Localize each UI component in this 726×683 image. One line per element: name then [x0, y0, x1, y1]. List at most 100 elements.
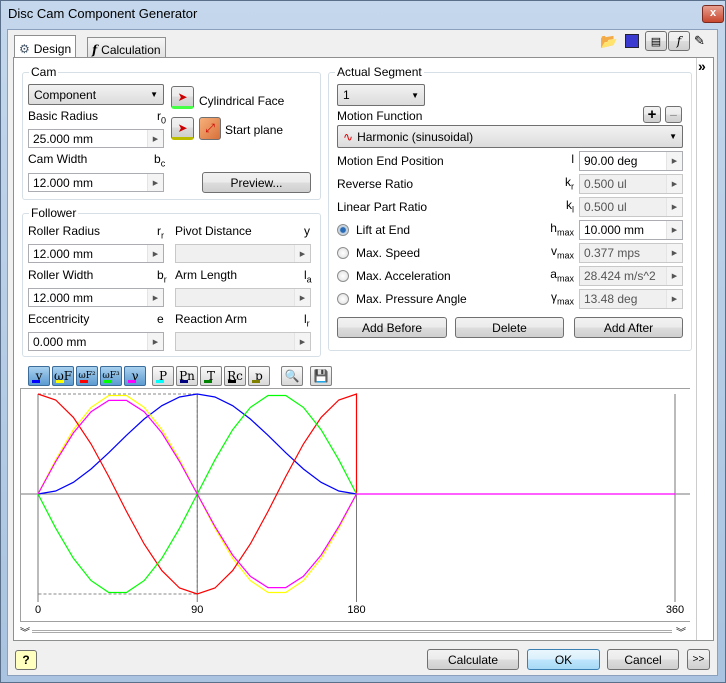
roller-width-input[interactable]: 12.000 mm ▶: [28, 288, 164, 307]
eccentricity-symbol: e: [157, 312, 164, 326]
calculate-button[interactable]: Calculate: [427, 649, 519, 670]
motion-end-position-symbol: l: [571, 152, 574, 166]
reaction-arm-input[interactable]: ▶: [175, 332, 311, 351]
expand-arrow-icon[interactable]: ▶: [147, 174, 163, 191]
ok-button[interactable]: OK: [527, 649, 600, 670]
motion-end-position-input[interactable]: 90.00 deg ▶: [579, 151, 683, 171]
select-cylindrical-face-button[interactable]: ➤: [171, 86, 194, 109]
tab-design[interactable]: ⚙ Design: [14, 35, 77, 58]
chart-splitter[interactable]: [32, 630, 672, 633]
select-start-plane-button[interactable]: ➤: [171, 117, 194, 140]
cam-type-dropdown[interactable]: Component ▼: [28, 84, 164, 105]
expand-arrow-icon[interactable]: ▶: [147, 289, 163, 306]
series-color-swatch: [180, 380, 188, 383]
notes-icon[interactable]: ✎: [694, 33, 705, 49]
remove-segment-button[interactable]: −: [665, 106, 682, 123]
chart-toggle-0[interactable]: y: [28, 366, 50, 386]
flip-plane-button[interactable]: ⤢: [199, 117, 221, 140]
function-icon: f: [92, 42, 98, 57]
chevron-down-icon: ▼: [411, 90, 419, 100]
max-acceleration-symbol: amax: [550, 267, 574, 284]
calc-function-icon[interactable]: f: [668, 31, 690, 51]
expand-arrow-icon[interactable]: ▶: [294, 289, 310, 306]
max-pressure-angle-label: Max. Pressure Angle: [356, 292, 467, 306]
chart-toggle-2[interactable]: ωF²: [76, 366, 98, 386]
max-acceleration-input[interactable]: 28.424 m/s^2 ▶: [579, 266, 683, 286]
cursor-arrow-icon: ➤: [177, 89, 188, 104]
close-button[interactable]: x: [702, 5, 724, 23]
x-tick-label: 0: [35, 604, 41, 616]
max-acceleration-radio[interactable]: [337, 270, 349, 282]
max-acceleration-label: Max. Acceleration: [356, 269, 451, 283]
expand-arrow-icon[interactable]: ▶: [666, 221, 682, 239]
max-pressure-angle-radio[interactable]: [337, 293, 349, 305]
eccentricity-label: Eccentricity: [28, 312, 90, 326]
add-before-button[interactable]: Add Before: [337, 317, 447, 338]
expand-arrow-icon[interactable]: ▶: [666, 152, 682, 170]
segment-dropdown[interactable]: 1 ▼: [337, 84, 425, 106]
collapse-chevron-icon[interactable]: ︾: [676, 624, 686, 639]
chart-toggle-5[interactable]: P: [152, 366, 174, 386]
reverse-ratio-label: Reverse Ratio: [337, 177, 414, 191]
tab-calculation[interactable]: f Calculation: [87, 37, 166, 58]
expand-arrow-icon[interactable]: ▶: [666, 290, 682, 308]
gear-icon: ⚙: [19, 41, 30, 56]
delete-button[interactable]: Delete: [455, 317, 564, 338]
cancel-button[interactable]: Cancel: [607, 649, 679, 670]
expand-arrow-icon[interactable]: ▶: [294, 333, 310, 350]
max-speed-symbol: vmax: [550, 244, 574, 261]
expand-arrow-icon[interactable]: ▶: [294, 245, 310, 262]
lift-at-end-input[interactable]: 10.000 mm ▶: [579, 220, 683, 240]
lift-at-end-label: Lift at End: [356, 223, 411, 237]
max-pressure-angle-input[interactable]: 13.48 deg ▶: [579, 289, 683, 309]
chart-toggle-1[interactable]: ωF: [52, 366, 74, 386]
expand-arrow-icon[interactable]: ▶: [147, 130, 163, 147]
collapse-chevron-icon[interactable]: ︾: [20, 624, 30, 639]
cam-type-value: Component: [34, 87, 97, 102]
roller-radius-input[interactable]: 12.000 mm ▶: [28, 244, 164, 263]
help-button[interactable]: ?: [15, 650, 37, 670]
expand-arrow-icon[interactable]: ▶: [666, 244, 682, 262]
reverse-ratio-input[interactable]: 0.500 ul ▶: [579, 174, 683, 194]
add-segment-button[interactable]: +: [643, 106, 661, 123]
more-button[interactable]: >>: [687, 649, 710, 670]
basic-radius-symbol: r0: [157, 109, 167, 126]
cam-width-input[interactable]: 12.000 mm ▶: [28, 173, 164, 192]
side-panel-strip: [696, 58, 710, 640]
x-tick-label: 90: [191, 604, 203, 616]
linear-part-ratio-input[interactable]: 0.500 ul ▶: [579, 197, 683, 217]
tab-label: Calculation: [101, 42, 161, 57]
design-guide-icon[interactable]: ▤: [645, 31, 667, 51]
chart-toggle-7[interactable]: T: [200, 366, 222, 386]
pivot-distance-label: Pivot Distance: [175, 224, 252, 238]
x-tick-label: 180: [347, 604, 365, 616]
chart-toggle-4[interactable]: γ: [124, 366, 146, 386]
expand-arrow-icon[interactable]: ▶: [147, 333, 163, 350]
chart-toggle-8[interactable]: Rc: [224, 366, 246, 386]
preview-button[interactable]: Preview...: [202, 172, 311, 193]
open-folder-icon[interactable]: 📂: [600, 33, 617, 50]
chart-toggle-3[interactable]: ωF³: [100, 366, 122, 386]
pivot-distance-input[interactable]: ▶: [175, 244, 311, 263]
add-after-button[interactable]: Add After: [574, 317, 683, 338]
chart-toggle-11[interactable]: 💾: [310, 366, 332, 386]
eccentricity-input[interactable]: 0.000 mm ▶: [28, 332, 164, 351]
arm-length-symbol: la: [304, 268, 312, 285]
expand-arrow-icon[interactable]: ▶: [666, 175, 682, 193]
motion-function-dropdown[interactable]: ∿ Harmonic (sinusoidal) ▼: [337, 125, 683, 148]
chart-toggle-9[interactable]: p: [248, 366, 270, 386]
save-icon[interactable]: [625, 34, 639, 48]
basic-radius-input[interactable]: 25.000 mm ▶: [28, 129, 164, 148]
motion-chart: 0 90 180 360: [20, 388, 690, 622]
chart-toggle-10[interactable]: 🔍: [281, 366, 303, 386]
linear-part-ratio-label: Linear Part Ratio: [337, 200, 428, 214]
expand-arrow-icon[interactable]: ▶: [666, 267, 682, 285]
lift-at-end-radio[interactable]: [337, 224, 349, 236]
expand-panel-button[interactable]: »: [698, 58, 706, 74]
chart-toggle-6[interactable]: Pn: [176, 366, 198, 386]
max-speed-input[interactable]: 0.377 mps ▶: [579, 243, 683, 263]
max-speed-radio[interactable]: [337, 247, 349, 259]
expand-arrow-icon[interactable]: ▶: [666, 198, 682, 216]
arm-length-input[interactable]: ▶: [175, 288, 311, 307]
expand-arrow-icon[interactable]: ▶: [147, 245, 163, 262]
